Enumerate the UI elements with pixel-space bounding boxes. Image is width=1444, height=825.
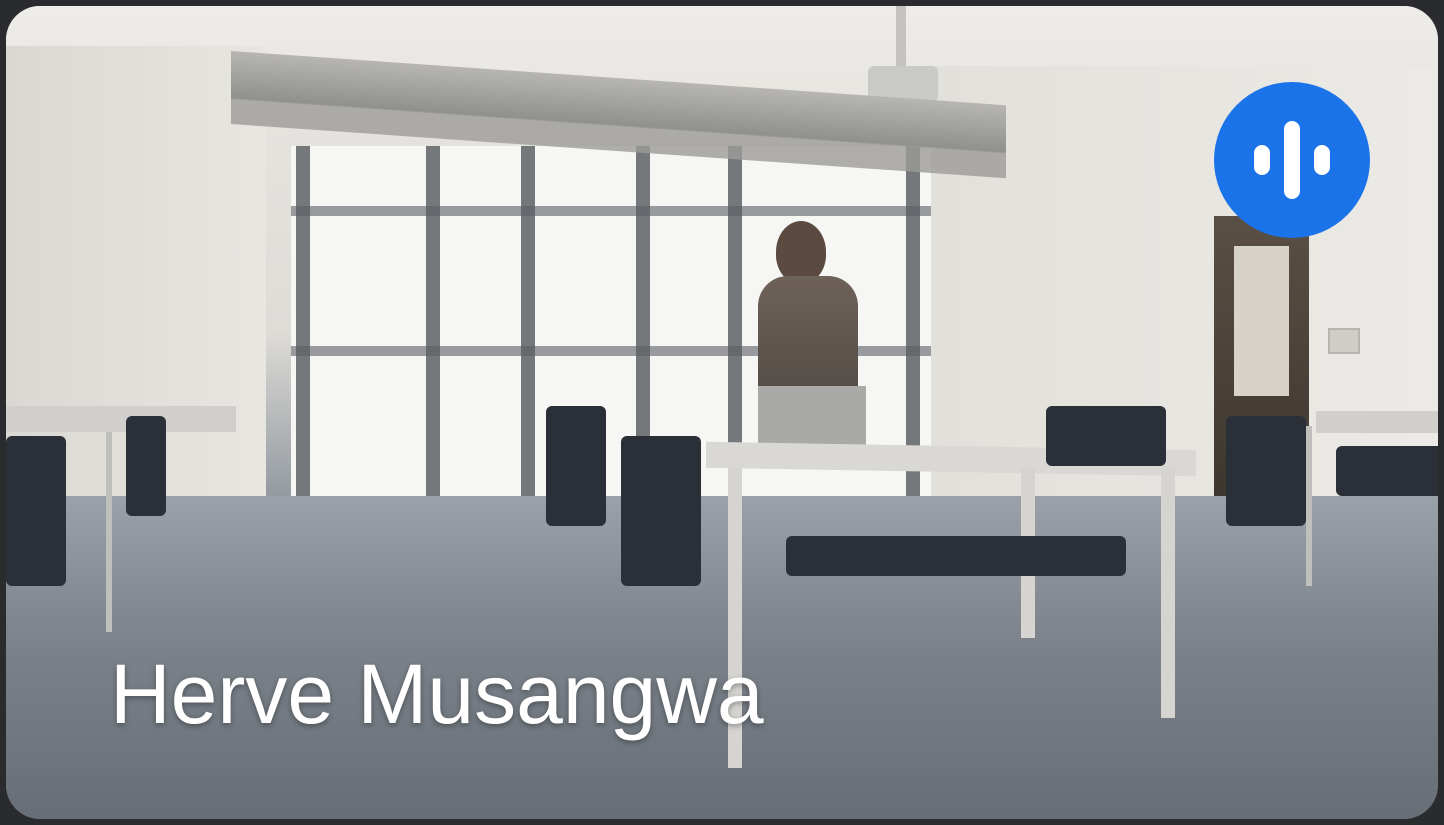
scene-chair xyxy=(546,406,606,526)
scene-chair-leg xyxy=(106,432,112,632)
scene-chair xyxy=(126,416,166,516)
scene-side-table xyxy=(1316,411,1438,433)
audio-level-bar xyxy=(1284,121,1300,199)
scene-chair xyxy=(1226,416,1306,526)
speaking-indicator-icon xyxy=(1214,82,1370,238)
scene-side-table xyxy=(6,406,236,432)
scene-chair xyxy=(1336,446,1438,496)
audio-level-bar xyxy=(1254,145,1270,175)
scene-chair xyxy=(786,536,1126,576)
scene-mullion xyxy=(521,146,535,506)
scene-chair xyxy=(6,436,66,586)
scene-light-switch xyxy=(1328,328,1360,354)
scene-chair xyxy=(621,436,701,586)
scene-door-glass xyxy=(1234,246,1289,396)
audio-level-bar xyxy=(1314,145,1330,175)
scene-transom xyxy=(291,206,931,216)
participant-name: Herve Musangwa xyxy=(110,647,764,741)
participant-video-tile[interactable]: Herve Musangwa xyxy=(6,6,1438,819)
scene-chair xyxy=(1046,406,1166,466)
scene-table-leg xyxy=(1161,468,1175,718)
scene-person-head xyxy=(776,221,826,283)
scene-mullion xyxy=(296,146,310,506)
scene-chair-leg xyxy=(1306,426,1312,586)
scene-laptop xyxy=(758,386,866,446)
scene-mullion xyxy=(426,146,440,506)
scene-projector-pole xyxy=(896,6,906,68)
